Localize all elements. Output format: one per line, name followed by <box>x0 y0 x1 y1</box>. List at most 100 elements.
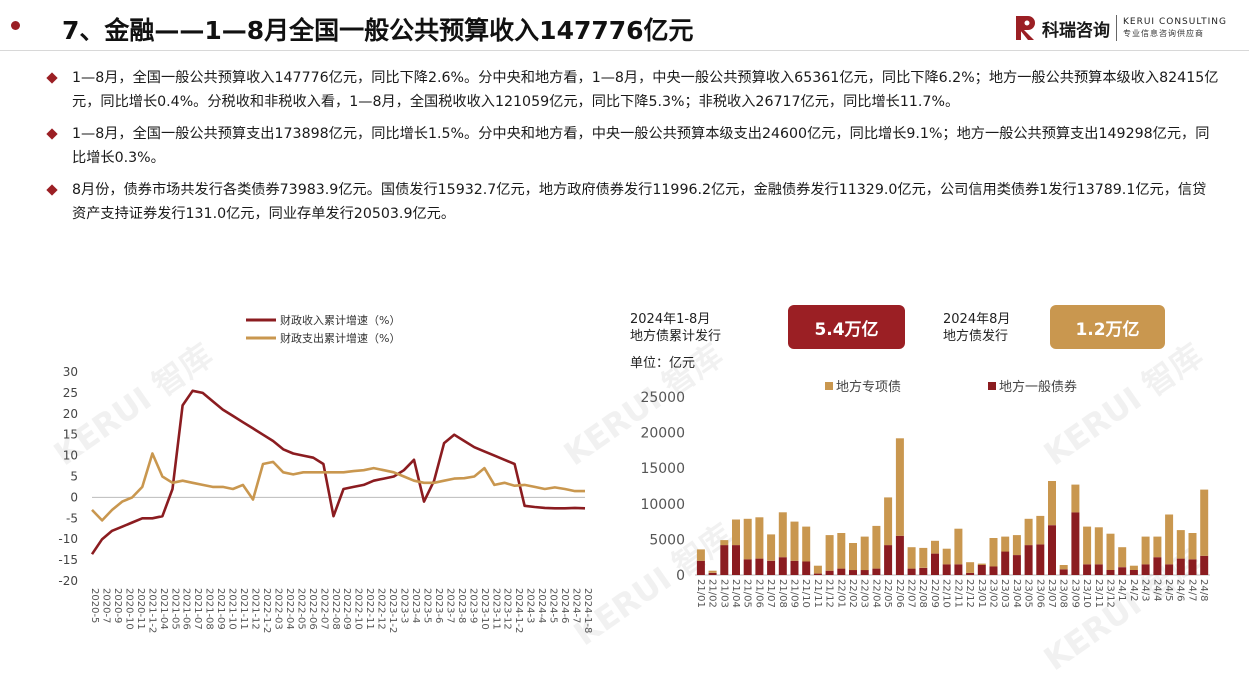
bar-segment <box>860 536 869 571</box>
bar-segment <box>849 570 857 575</box>
x-tick-label: 2022-04 <box>284 588 295 630</box>
x-tick-label: 23/09 <box>1069 579 1080 608</box>
bar-segment <box>1071 512 1080 575</box>
bar-segment <box>790 521 799 561</box>
x-tick-label: 2022-11 <box>364 588 375 630</box>
bar-segment <box>813 573 822 575</box>
bar-segment <box>720 545 729 575</box>
bar-segment <box>708 572 717 575</box>
x-tick-label: 2021-05 <box>169 588 180 630</box>
x-tick-label: 21/04 <box>730 579 741 608</box>
bar-segment <box>1059 569 1068 575</box>
y-tick-label: 15 <box>63 428 78 442</box>
bar-segment <box>1001 536 1010 552</box>
legend-label: 地方一般债券 <box>999 379 1077 395</box>
x-tick-label: 23/02 <box>988 579 999 608</box>
bar-segment <box>1012 555 1021 575</box>
local-bond-issuance-bar-chart: 地方专项债 地方一般债券 0 5000 10000 15000 20000 25000 21/0… <box>640 379 1210 608</box>
x-tick-label: 22/10 <box>941 579 952 608</box>
bar-segment <box>1165 514 1174 565</box>
bar-segment <box>1036 515 1045 545</box>
x-tick-label: 2022-12 <box>376 588 387 630</box>
x-tick-label: 2023-10 <box>479 588 490 630</box>
legend-label: 财政支出累计增速（%） <box>280 331 400 345</box>
bar-segment <box>907 547 916 569</box>
y-tick-label: -5 <box>66 511 78 525</box>
bar-segment <box>919 547 928 568</box>
x-tick-label: 21/02 <box>707 579 718 608</box>
bar-segment <box>732 545 740 575</box>
bar-segment <box>778 557 787 575</box>
y-tick-label: 5 <box>70 470 78 484</box>
x-tick-label: 23/05 <box>1023 579 1034 608</box>
bar-segment <box>1129 570 1138 575</box>
x-tick-label: 2021-12 <box>250 588 261 630</box>
cumulative-issuance-badge: 5.4万亿 <box>788 305 905 349</box>
bar-segment <box>872 525 881 569</box>
bar-segment <box>1094 527 1103 565</box>
x-tick-label: 2021-04 <box>158 588 169 630</box>
bar-segment <box>1200 555 1209 575</box>
bar-segment <box>708 570 717 573</box>
x-tick-label: 2021-11 <box>238 588 249 630</box>
bar-segment <box>1012 535 1021 555</box>
x-tick-label: 2020-10 <box>123 588 134 630</box>
bar-segment <box>931 553 939 575</box>
bar-segment <box>1153 536 1162 558</box>
x-tick-label: 23/06 <box>1034 579 1045 608</box>
x-tick-label: 23/08 <box>1058 579 1069 608</box>
monthly-issuance-label: 2024年8月 地方债发行 <box>943 311 1010 345</box>
bar-segment <box>767 560 776 575</box>
bar-segment <box>977 565 986 575</box>
x-tick-label: 21/07 <box>765 579 776 608</box>
x-tick-label: 24/8 <box>1198 579 1209 601</box>
bar-segment <box>849 543 857 571</box>
cumulative-issuance-label: 2024年1-8月 地方债累计发行 <box>630 311 721 345</box>
legend-label: 财政收入累计增速（%） <box>280 313 400 327</box>
y-tick-label: -20 <box>58 574 78 588</box>
bar-segment <box>837 568 846 575</box>
x-tick-label: 2023-7 <box>444 588 455 623</box>
x-tick-label: 2021-10 <box>227 588 238 630</box>
bar-segment <box>1083 564 1092 575</box>
bar-segment <box>1048 525 1056 575</box>
y-tick-label: -10 <box>58 532 78 546</box>
y-tick-label: 20000 <box>640 426 685 442</box>
bar-segment <box>1176 558 1185 575</box>
x-tick-label: 2024-7 <box>571 588 582 623</box>
bar-segment <box>1153 557 1162 575</box>
bar-segment <box>884 497 893 546</box>
x-tick-label: 2023-12 <box>502 588 513 630</box>
x-tick-label: 22/11 <box>952 579 963 608</box>
bar-segment <box>884 545 893 575</box>
x-tick-label: 22/09 <box>929 579 940 608</box>
bar-segment <box>907 568 916 575</box>
x-tick-label: 2022-05 <box>295 588 306 630</box>
bar-segment <box>942 564 951 575</box>
bar-segment <box>790 560 799 575</box>
x-tick-label: 2024-3 <box>525 588 536 623</box>
bar-segment <box>989 566 998 575</box>
x-tick-label: 2024-6 <box>559 588 570 623</box>
logo-icon <box>1014 15 1038 41</box>
bar-segment <box>778 512 787 558</box>
diamond-bullet-icon <box>46 184 58 196</box>
bar-segment <box>1118 547 1127 568</box>
x-tick-label: 2020-9 <box>112 588 123 623</box>
bar-segment <box>1048 481 1056 526</box>
x-tick-label: 2024-1-8 <box>582 588 593 633</box>
bar-segment <box>1036 544 1045 575</box>
bar-segment <box>966 562 975 573</box>
x-tick-label: 23/07 <box>1046 579 1057 608</box>
x-tick-label: 22/12 <box>964 579 975 608</box>
x-tick-label: 22/08 <box>917 579 928 608</box>
x-tick-label: 23/01 <box>976 579 987 608</box>
bar-segment <box>1024 545 1033 575</box>
x-tick-label: 22/03 <box>859 579 870 608</box>
bar-segment <box>1106 533 1115 570</box>
x-tick-label: 2020-5 <box>89 588 100 623</box>
y-tick-label: 10 <box>63 449 78 463</box>
logo-name-cn: 科瑞咨询 <box>1042 20 1110 41</box>
bullet-text: 1—8月，全国一般公共预算支出173898亿元，同比增长1.5%。分中央和地方看… <box>72 126 1210 166</box>
x-tick-label: 24/3 <box>1140 579 1151 601</box>
